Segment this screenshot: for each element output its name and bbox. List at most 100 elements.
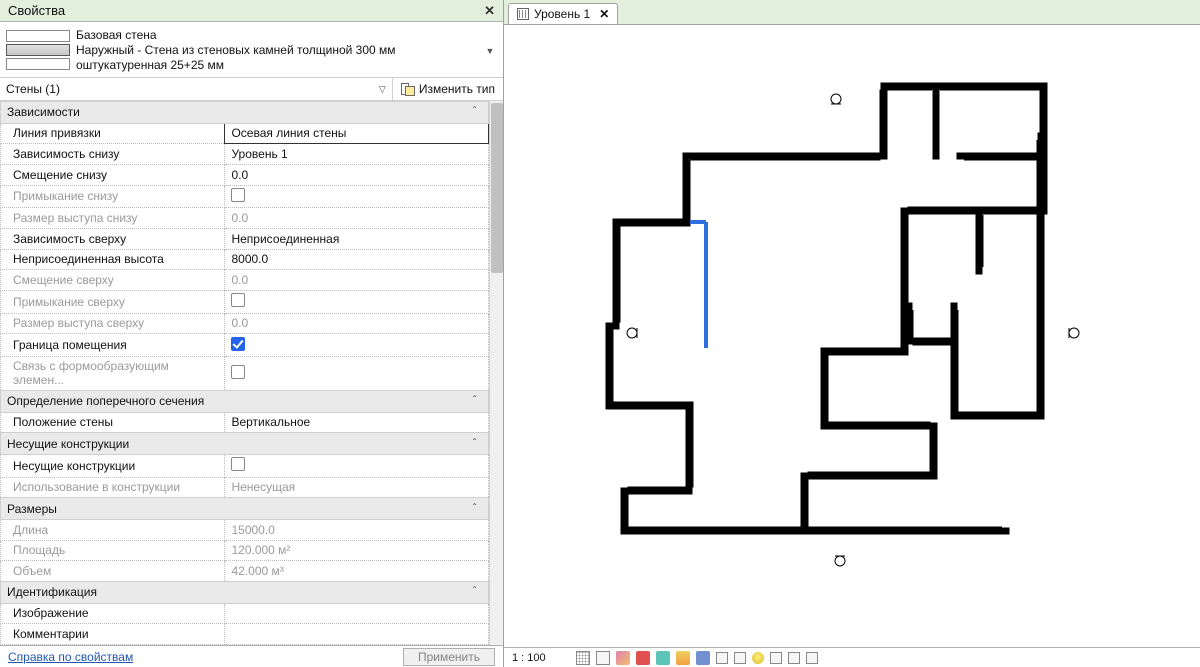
property-label: Смещение сверху [1, 270, 225, 291]
property-value [225, 290, 489, 313]
group-header[interactable]: Несущие конструкции⌃ [1, 433, 489, 455]
property-value [225, 356, 489, 390]
collapse-chevron-icon: ⌃ [471, 394, 482, 403]
properties-panel: Свойства ✕ Базовая стена Наружный - Стен… [0, 0, 504, 667]
property-label: Линия привязки [1, 123, 225, 144]
property-label: Положение стены [1, 412, 225, 433]
type-dropdown-arrow[interactable]: ▼ [483, 46, 497, 56]
chevron-down-icon: ▽ [379, 84, 386, 95]
property-label: Зависимость снизу [1, 144, 225, 165]
property-row: Смещение снизу0.0 [1, 164, 489, 185]
properties-help-link[interactable]: Справка по свойствам [8, 650, 133, 664]
close-panel-button[interactable]: ✕ [480, 3, 499, 19]
property-row: Несущие конструкции [1, 454, 489, 477]
property-value: 0.0 [225, 208, 489, 229]
detail-level-icon[interactable] [576, 651, 590, 665]
property-label: Зависимость сверху [1, 228, 225, 249]
type-selector[interactable]: Базовая стена Наружный - Стена из стенов… [0, 22, 503, 77]
apply-button[interactable]: Применить [403, 648, 495, 666]
tab-label: Уровень 1 [534, 7, 590, 21]
property-value: 120.000 м² [225, 540, 489, 561]
edit-type-icon [401, 83, 415, 95]
plan-view-icon [517, 8, 529, 20]
property-label: Размер выступа снизу [1, 208, 225, 229]
edit-type-label: Изменить тип [419, 82, 495, 96]
group-header[interactable]: Зависимости⌃ [1, 102, 489, 124]
property-label: Изображение [1, 603, 225, 624]
group-header[interactable]: Размеры⌃ [1, 498, 489, 520]
property-row: Длина15000.0 [1, 519, 489, 540]
property-label: Неприсоединенная высота [1, 249, 225, 270]
crop-view-icon[interactable] [676, 651, 690, 665]
scale-label[interactable]: 1 : 100 [512, 652, 562, 664]
property-value: 42.000 м³ [225, 561, 489, 582]
sun-path-icon[interactable] [616, 651, 630, 665]
property-value[interactable] [225, 334, 489, 357]
collapse-chevron-icon: ⌃ [471, 502, 482, 511]
property-value[interactable]: 8000.0 [225, 249, 489, 270]
property-label: Длина [1, 519, 225, 540]
plan-view[interactable] [504, 24, 1200, 647]
close-tab-button[interactable]: ✕ [599, 7, 609, 21]
edit-type-button[interactable]: Изменить тип [393, 78, 503, 100]
property-value: 0.0 [225, 313, 489, 334]
property-value[interactable]: Вертикальное [225, 412, 489, 433]
checkbox [231, 365, 245, 379]
property-label: Смещение снизу [1, 164, 225, 185]
panel-header: Свойства ✕ [0, 0, 503, 22]
property-value[interactable] [225, 454, 489, 477]
property-label: Комментарии [1, 624, 225, 645]
properties-grid: Зависимости⌃Линия привязкиОсевая линия с… [0, 101, 489, 645]
scrollbar-thumb[interactable] [491, 103, 503, 273]
visual-style-icon[interactable] [596, 651, 610, 665]
analytical-icon[interactable] [806, 652, 818, 664]
property-row: Положение стеныВертикальное [1, 412, 489, 433]
temp-hide-icon[interactable] [770, 652, 782, 664]
property-label: Граница помещения [1, 334, 225, 357]
property-label: Объем [1, 561, 225, 582]
crop-region-icon[interactable] [696, 651, 710, 665]
property-row: Размер выступа снизу0.0 [1, 208, 489, 229]
property-row: Граница помещения [1, 334, 489, 357]
property-row: Связь с формообразующим элемен... [1, 356, 489, 390]
scrollbar[interactable] [489, 101, 503, 645]
property-label: Связь с формообразующим элемен... [1, 356, 225, 390]
collapse-chevron-icon: ⌃ [471, 105, 482, 114]
checkbox[interactable] [231, 457, 245, 471]
rendering-icon[interactable] [656, 651, 670, 665]
property-label: Размер выступа сверху [1, 313, 225, 334]
property-row: Объем42.000 м³ [1, 561, 489, 582]
filter-select[interactable]: Стены (1) ▽ [0, 78, 393, 100]
view-tabs: Уровень 1 ✕ [504, 0, 1200, 24]
property-row: Зависимость сверхуНеприсоединенная [1, 228, 489, 249]
view-tab-level1[interactable]: Уровень 1 ✕ [508, 3, 618, 24]
reveal-hidden-icon[interactable] [752, 652, 764, 664]
group-header[interactable]: Определение поперечного сечения⌃ [1, 390, 489, 412]
lock-icon[interactable] [716, 652, 728, 664]
property-value[interactable]: Неприсоединенная [225, 228, 489, 249]
hide-icon[interactable] [734, 652, 746, 664]
property-value[interactable]: 0.0 [225, 164, 489, 185]
property-value[interactable]: Уровень 1 [225, 144, 489, 165]
shadows-icon[interactable] [636, 651, 650, 665]
checkbox[interactable] [231, 337, 245, 351]
property-label: Площадь [1, 540, 225, 561]
type-thumbnail [6, 30, 70, 72]
property-row: Комментарии [1, 624, 489, 645]
property-value[interactable]: Осевая линия стены [225, 123, 489, 144]
collapse-chevron-icon: ⌃ [471, 437, 482, 446]
property-label: Примыкание снизу [1, 185, 225, 208]
property-row: Изображение [1, 603, 489, 624]
filter-value: Стены (1) [6, 82, 60, 96]
worksharing-icon[interactable] [788, 652, 800, 664]
property-value[interactable] [225, 624, 489, 645]
collapse-chevron-icon: ⌃ [471, 585, 482, 594]
family-name: Базовая стена [76, 28, 477, 43]
property-value[interactable] [225, 603, 489, 624]
property-value [225, 185, 489, 208]
property-row: Размер выступа сверху0.0 [1, 313, 489, 334]
property-row: Использование в конструкцииНенесущая [1, 477, 489, 498]
floor-plan-drawing [504, 25, 1200, 647]
canvas-area: Уровень 1 ✕ [504, 0, 1200, 667]
group-header[interactable]: Идентификация⌃ [1, 581, 489, 603]
